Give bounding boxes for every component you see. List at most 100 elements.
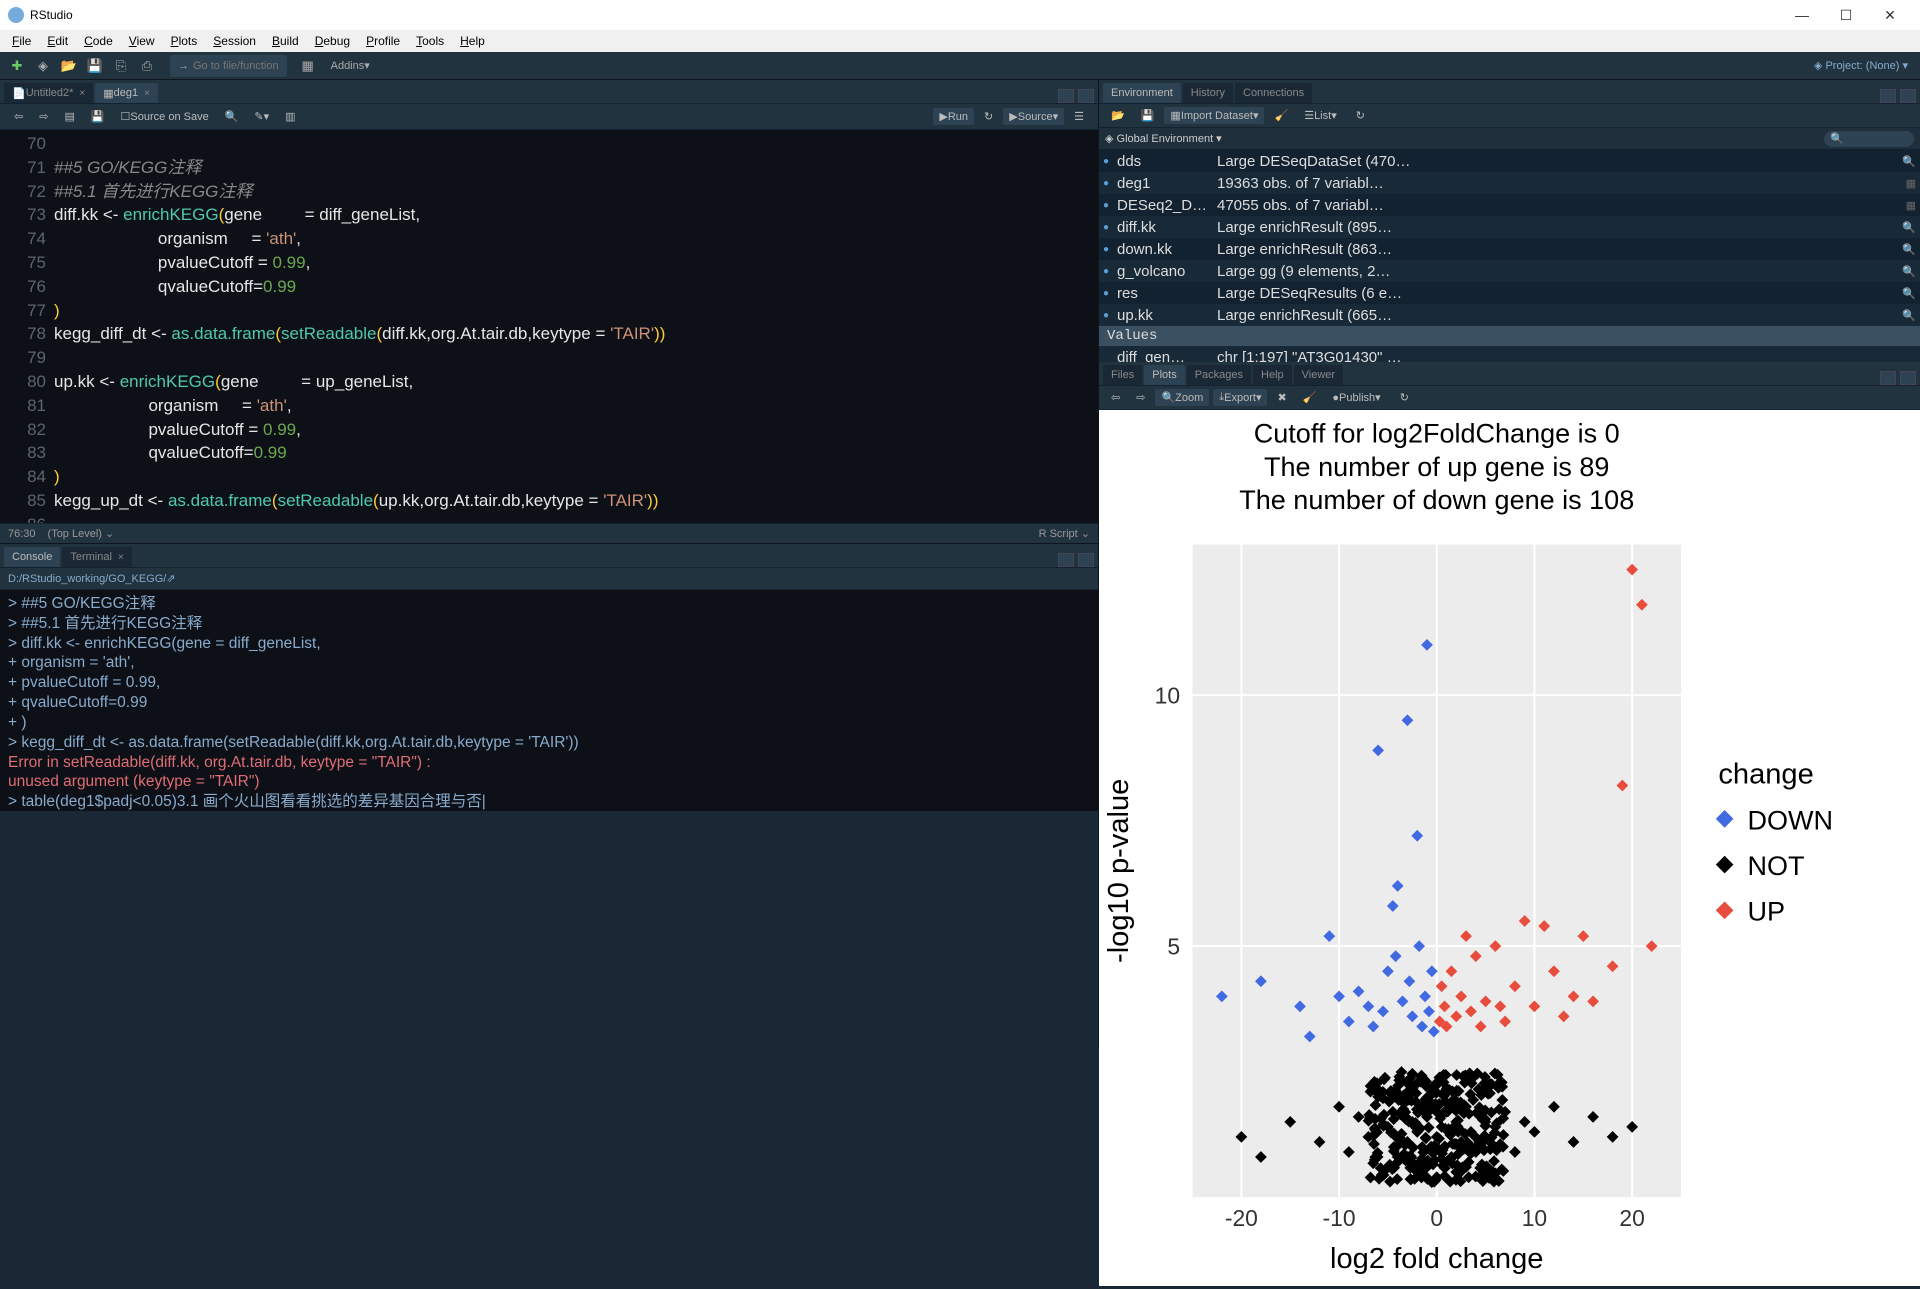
print-icon[interactable]: ⎙ xyxy=(135,54,159,78)
menu-view[interactable]: View xyxy=(121,32,163,50)
source-button[interactable]: ▶ Source ▾ xyxy=(1003,108,1064,125)
minimize-pane-icon[interactable] xyxy=(1058,89,1074,103)
menu-code[interactable]: Code xyxy=(76,32,121,50)
menu-tools[interactable]: Tools xyxy=(408,32,452,50)
grid-icon[interactable]: ▦ xyxy=(296,54,320,78)
open-file-icon[interactable]: 📂 xyxy=(57,54,81,78)
menu-help[interactable]: Help xyxy=(452,32,493,50)
tab-deg1[interactable]: ▦ deg1× xyxy=(95,83,158,103)
titlebar: RStudio — ☐ ✕ xyxy=(0,0,1920,30)
menubar: FileEditCodeViewPlotsSessionBuildDebugPr… xyxy=(0,30,1920,52)
refresh-plot-icon[interactable]: ↻ xyxy=(1394,389,1415,406)
plots-pane: Files Plots Packages Help Viewer ⇦ ⇨ 🔍 Z… xyxy=(1099,362,1920,1286)
tab-packages[interactable]: Packages xyxy=(1187,365,1251,385)
env-row[interactable]: ●g_volcanoLarge gg (9 elements, 2…🔍 xyxy=(1099,260,1920,282)
minimize-pane-icon[interactable] xyxy=(1058,553,1074,567)
forward-icon[interactable]: ⇨ xyxy=(33,108,54,125)
minimize-pane-icon[interactable] xyxy=(1880,371,1896,385)
menu-session[interactable]: Session xyxy=(205,32,264,50)
tab-environment[interactable]: Environment xyxy=(1103,83,1181,103)
env-row[interactable]: ●DESeq2_D…47055 obs. of 7 variabl…▦ xyxy=(1099,194,1920,216)
import-dataset-menu[interactable]: ▦ Import Dataset ▾ xyxy=(1164,107,1264,124)
maximize-pane-icon[interactable] xyxy=(1900,89,1916,103)
tab-connections[interactable]: Connections xyxy=(1235,83,1312,103)
rerun-icon[interactable]: ↻ xyxy=(978,108,999,125)
prev-plot-icon[interactable]: ⇦ xyxy=(1105,389,1126,406)
tab-plots[interactable]: Plots xyxy=(1144,365,1184,385)
minimize-button[interactable]: — xyxy=(1780,1,1824,29)
console-output[interactable]: > ##5 GO/KEGG注释> ##5.1 首先进行KEGG注释> diff.… xyxy=(0,590,1098,811)
remove-plot-icon[interactable]: ✖ xyxy=(1271,389,1292,406)
menu-file[interactable]: File xyxy=(4,32,39,50)
svg-text:20: 20 xyxy=(1619,1205,1644,1231)
tab-files[interactable]: Files xyxy=(1103,365,1142,385)
svg-text:0: 0 xyxy=(1430,1205,1443,1231)
list-view-menu[interactable]: ☰ List ▾ xyxy=(1298,107,1343,124)
menu-plots[interactable]: Plots xyxy=(163,32,206,50)
env-search-input[interactable]: 🔍 xyxy=(1824,131,1914,147)
svg-text:-10: -10 xyxy=(1323,1205,1356,1231)
tab-viewer[interactable]: Viewer xyxy=(1294,365,1343,385)
clear-plots-icon[interactable]: 🧹 xyxy=(1297,389,1323,406)
svg-text:Cutoff for log2FoldChange is 0: Cutoff for log2FoldChange is 0 xyxy=(1254,419,1620,449)
tab-terminal[interactable]: Terminal× xyxy=(62,547,131,567)
tab-untitled2[interactable]: 📄 Untitled2*× xyxy=(4,83,93,103)
menu-profile[interactable]: Profile xyxy=(358,32,408,50)
svg-text:The number of down gene is 108: The number of down gene is 108 xyxy=(1239,485,1634,515)
new-project-icon[interactable]: ◈ xyxy=(31,54,55,78)
save-icon[interactable]: 💾 xyxy=(83,54,107,78)
outline-icon[interactable]: ☰ xyxy=(1068,108,1090,125)
publish-menu[interactable]: ● Publish ▾ xyxy=(1326,389,1386,406)
run-button[interactable]: ▶ Run xyxy=(933,108,974,125)
tab-console[interactable]: Console xyxy=(4,547,60,567)
minimize-pane-icon[interactable] xyxy=(1880,89,1896,103)
menu-build[interactable]: Build xyxy=(264,32,307,50)
report-icon[interactable]: ▥ xyxy=(279,108,301,125)
clear-env-icon[interactable]: 🧹 xyxy=(1268,107,1294,124)
code-editor[interactable]: 7071##5 GO/KEGG注释72##5.1 首先进行KEGG注释73dif… xyxy=(0,130,1098,523)
find-icon[interactable]: 🔍 xyxy=(219,108,245,125)
window-title: RStudio xyxy=(30,8,73,22)
addins-menu[interactable]: Addins ▾ xyxy=(323,55,378,77)
next-plot-icon[interactable]: ⇨ xyxy=(1130,389,1151,406)
show-in-new-icon[interactable]: ▤ xyxy=(58,108,80,125)
svg-text:-20: -20 xyxy=(1225,1205,1258,1231)
close-button[interactable]: ✕ xyxy=(1868,1,1912,29)
env-row[interactable]: ●ddsLarge DESeqDataSet (470…🔍 xyxy=(1099,150,1920,172)
save-env-icon[interactable]: 💾 xyxy=(1135,107,1161,124)
save-all-icon[interactable]: ⎘ xyxy=(109,54,133,78)
back-icon[interactable]: ⇦ xyxy=(8,108,29,125)
maximize-pane-icon[interactable] xyxy=(1078,89,1094,103)
svg-text:5: 5 xyxy=(1167,933,1180,959)
menu-edit[interactable]: Edit xyxy=(39,32,76,50)
load-icon[interactable]: 📂 xyxy=(1105,107,1131,124)
env-row[interactable]: ●deg119363 obs. of 7 variabl…▦ xyxy=(1099,172,1920,194)
wand-icon[interactable]: ✎▾ xyxy=(248,108,275,125)
tab-help[interactable]: Help xyxy=(1253,365,1292,385)
goto-file-input[interactable]: → Go to file/function xyxy=(170,55,287,77)
lang-selector[interactable]: R Script ⌄ xyxy=(1039,527,1090,540)
env-row[interactable]: ●down.kkLarge enrichResult (863…🔍 xyxy=(1099,238,1920,260)
maximize-button[interactable]: ☐ xyxy=(1824,1,1868,29)
project-menu[interactable]: ◈ Project: (None) ▾ xyxy=(1814,59,1916,72)
save-icon[interactable]: 💾 xyxy=(85,108,111,125)
main-toolbar: ✚ ◈ 📂 💾 ⎘ ⎙ → Go to file/function ▦ Addi… xyxy=(0,52,1920,80)
env-scope-menu[interactable]: ◈ Global Environment ▾ xyxy=(1105,132,1222,145)
zoom-button[interactable]: 🔍 Zoom xyxy=(1155,389,1209,406)
maximize-pane-icon[interactable] xyxy=(1900,371,1916,385)
environment-list[interactable]: ●ddsLarge DESeqDataSet (470…🔍●deg119363 … xyxy=(1099,150,1920,362)
env-row[interactable]: ●diff.kkLarge enrichResult (895…🔍 xyxy=(1099,216,1920,238)
menu-debug[interactable]: Debug xyxy=(307,32,358,50)
plot-area: Cutoff for log2FoldChange is 0 The number… xyxy=(1099,410,1920,1286)
new-file-icon[interactable]: ✚ xyxy=(5,54,29,78)
volcano-plot: Cutoff for log2FoldChange is 0 The number… xyxy=(1099,410,1920,1286)
source-on-save-check[interactable]: ☐ Source on Save xyxy=(115,108,215,125)
refresh-icon[interactable]: ↻ xyxy=(1350,107,1371,124)
console-path: D:/RStudio_working/GO_KEGG/ ⇗ xyxy=(0,568,1098,590)
maximize-pane-icon[interactable] xyxy=(1078,553,1094,567)
tab-history[interactable]: History xyxy=(1183,83,1233,103)
env-row[interactable]: ●up.kkLarge enrichResult (665…🔍 xyxy=(1099,304,1920,326)
scope-selector[interactable]: (Top Level) ⌄ xyxy=(48,527,115,540)
env-row[interactable]: ●resLarge DESeqResults (6 e…🔍 xyxy=(1099,282,1920,304)
export-menu[interactable]: ⤓ Export ▾ xyxy=(1213,389,1267,406)
